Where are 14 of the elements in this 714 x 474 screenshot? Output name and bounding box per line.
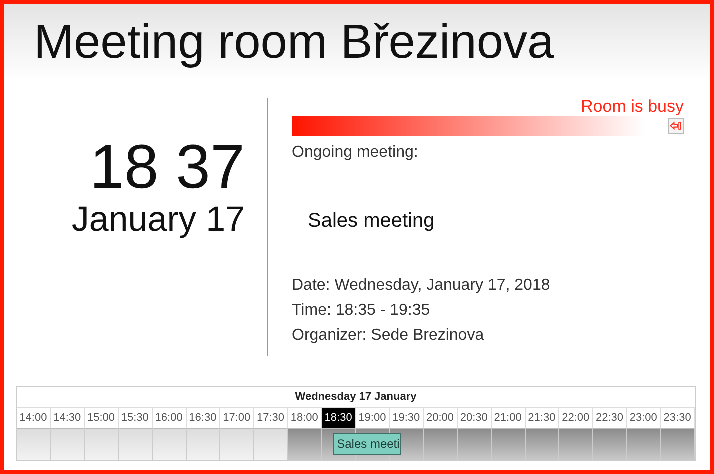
room-title: Meeting room Březinova: [34, 14, 554, 70]
room-status: Room is busy: [581, 98, 684, 116]
meeting-detail: Time: 18:35 - 19:35: [292, 302, 432, 320]
calendar-event[interactable]: Sales meeti: [333, 433, 402, 455]
meeting-detail: Date: Wednesday, January 17, 2018: [292, 277, 552, 295]
schedule-track[interactable]: Sales meeti: [17, 428, 695, 460]
exit-icon[interactable]: [668, 118, 684, 134]
time-label[interactable]: 18:30: [322, 407, 356, 428]
meeting-heading: Ongoing meeting:: [292, 144, 420, 162]
clock-date: January 17: [72, 200, 245, 240]
meeting-subject: Sales meeting: [308, 210, 436, 233]
meeting-detail: Organizer: Sede Brezinova: [292, 327, 486, 345]
timeline-day: Wednesday 17 January: [17, 387, 695, 407]
clock-time: 18 37: [90, 136, 245, 200]
